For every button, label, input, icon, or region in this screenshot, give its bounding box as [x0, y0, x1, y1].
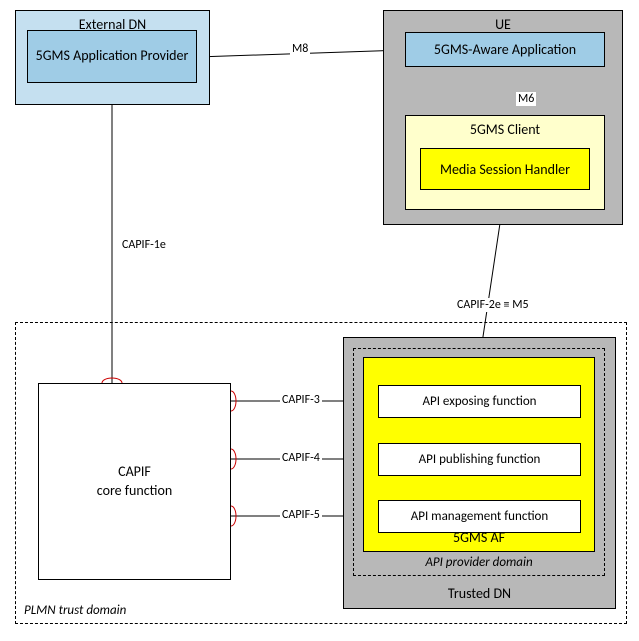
ue-label: UE	[384, 16, 622, 33]
trusted-dn-label: Trusted DN	[344, 585, 615, 602]
client-label: 5GMS Client	[406, 121, 604, 138]
iface-capif1e: CAPIF-1e	[120, 238, 168, 252]
iface-capif4: CAPIF-4	[280, 451, 322, 465]
capif-core-box: CAPIF core function	[38, 383, 231, 580]
iface-capif5: CAPIF-5	[280, 508, 322, 522]
app-provider-label: 5GMS Application Provider	[36, 48, 189, 65]
iface-capif3: CAPIF-3	[280, 393, 322, 407]
capif-core-label: CAPIF core function	[97, 463, 172, 499]
diagram-root: External DN 5GMS Application Provider UE…	[0, 0, 639, 641]
api-publishing-label: API publishing function	[419, 452, 541, 467]
msh-box: Media Session Handler	[420, 148, 590, 190]
iface-m6: M6	[516, 92, 536, 106]
api-mgmt-label: API management function	[411, 509, 549, 524]
api-exposing-box: API exposing function	[378, 385, 581, 418]
api-exposing-label: API exposing function	[422, 394, 536, 409]
aware-app-box: 5GMS-Aware Application	[405, 32, 605, 67]
api-provider-label: API provider domain	[354, 555, 604, 570]
app-provider-box: 5GMS Application Provider	[27, 30, 197, 83]
iface-m8: M8	[290, 42, 310, 56]
msh-label: Media Session Handler	[440, 161, 570, 178]
api-publishing-box: API publishing function	[378, 443, 581, 476]
plmn-label: PLMN trust domain	[24, 603, 126, 618]
api-mgmt-box: API management function	[378, 500, 581, 533]
iface-capif2e: CAPIF-2e ≡ M5	[455, 298, 531, 312]
aware-app-label: 5GMS-Aware Application	[434, 41, 576, 58]
